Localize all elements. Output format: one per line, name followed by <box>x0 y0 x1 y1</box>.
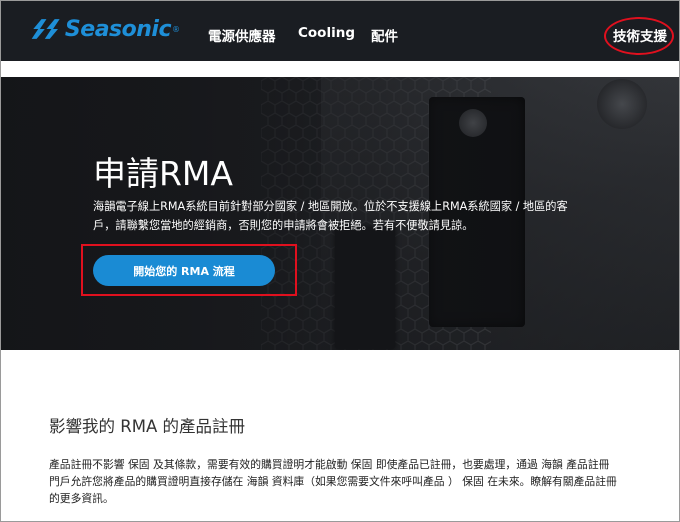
page-title: 申請RMA <box>93 154 233 193</box>
nav-item-power-supplies[interactable]: 電源供應器 <box>208 25 276 45</box>
section-title: 影響我的 RMA 的產品註冊 <box>49 417 245 436</box>
seasonic-logo[interactable]: Seasonic ® <box>30 10 180 48</box>
section-body: 產品註冊不影響 保固 及其條款，需要有效的購買證明才能啟動 保固 即使產品已註冊… <box>49 458 617 505</box>
page-frame: Seasonic ® 電源供應器 Cooling 配件 技術支援 申請RMA 海… <box>0 0 680 522</box>
logo-wordmark: Seasonic <box>64 16 172 42</box>
hero-description: 海韻電子線上RMA系統目前針對部分國家 / 地區開放。位於不支援線上RMA系統國… <box>93 200 568 232</box>
hero-banner: 申請RMA 海韻電子線上RMA系統目前針對部分國家 / 地區開放。位於不支援線上… <box>1 77 679 350</box>
annotation-box <box>81 244 297 296</box>
top-navbar: Seasonic ® 電源供應器 Cooling 配件 技術支援 <box>1 1 679 61</box>
nav-item-accessories[interactable]: 配件 <box>371 25 398 45</box>
nav-item-cooling[interactable]: Cooling <box>298 25 355 41</box>
header-spacer <box>1 61 679 77</box>
annotation-oval <box>604 17 674 55</box>
seasonic-logo-icon <box>31 19 60 39</box>
registered-mark: ® <box>172 24 180 34</box>
